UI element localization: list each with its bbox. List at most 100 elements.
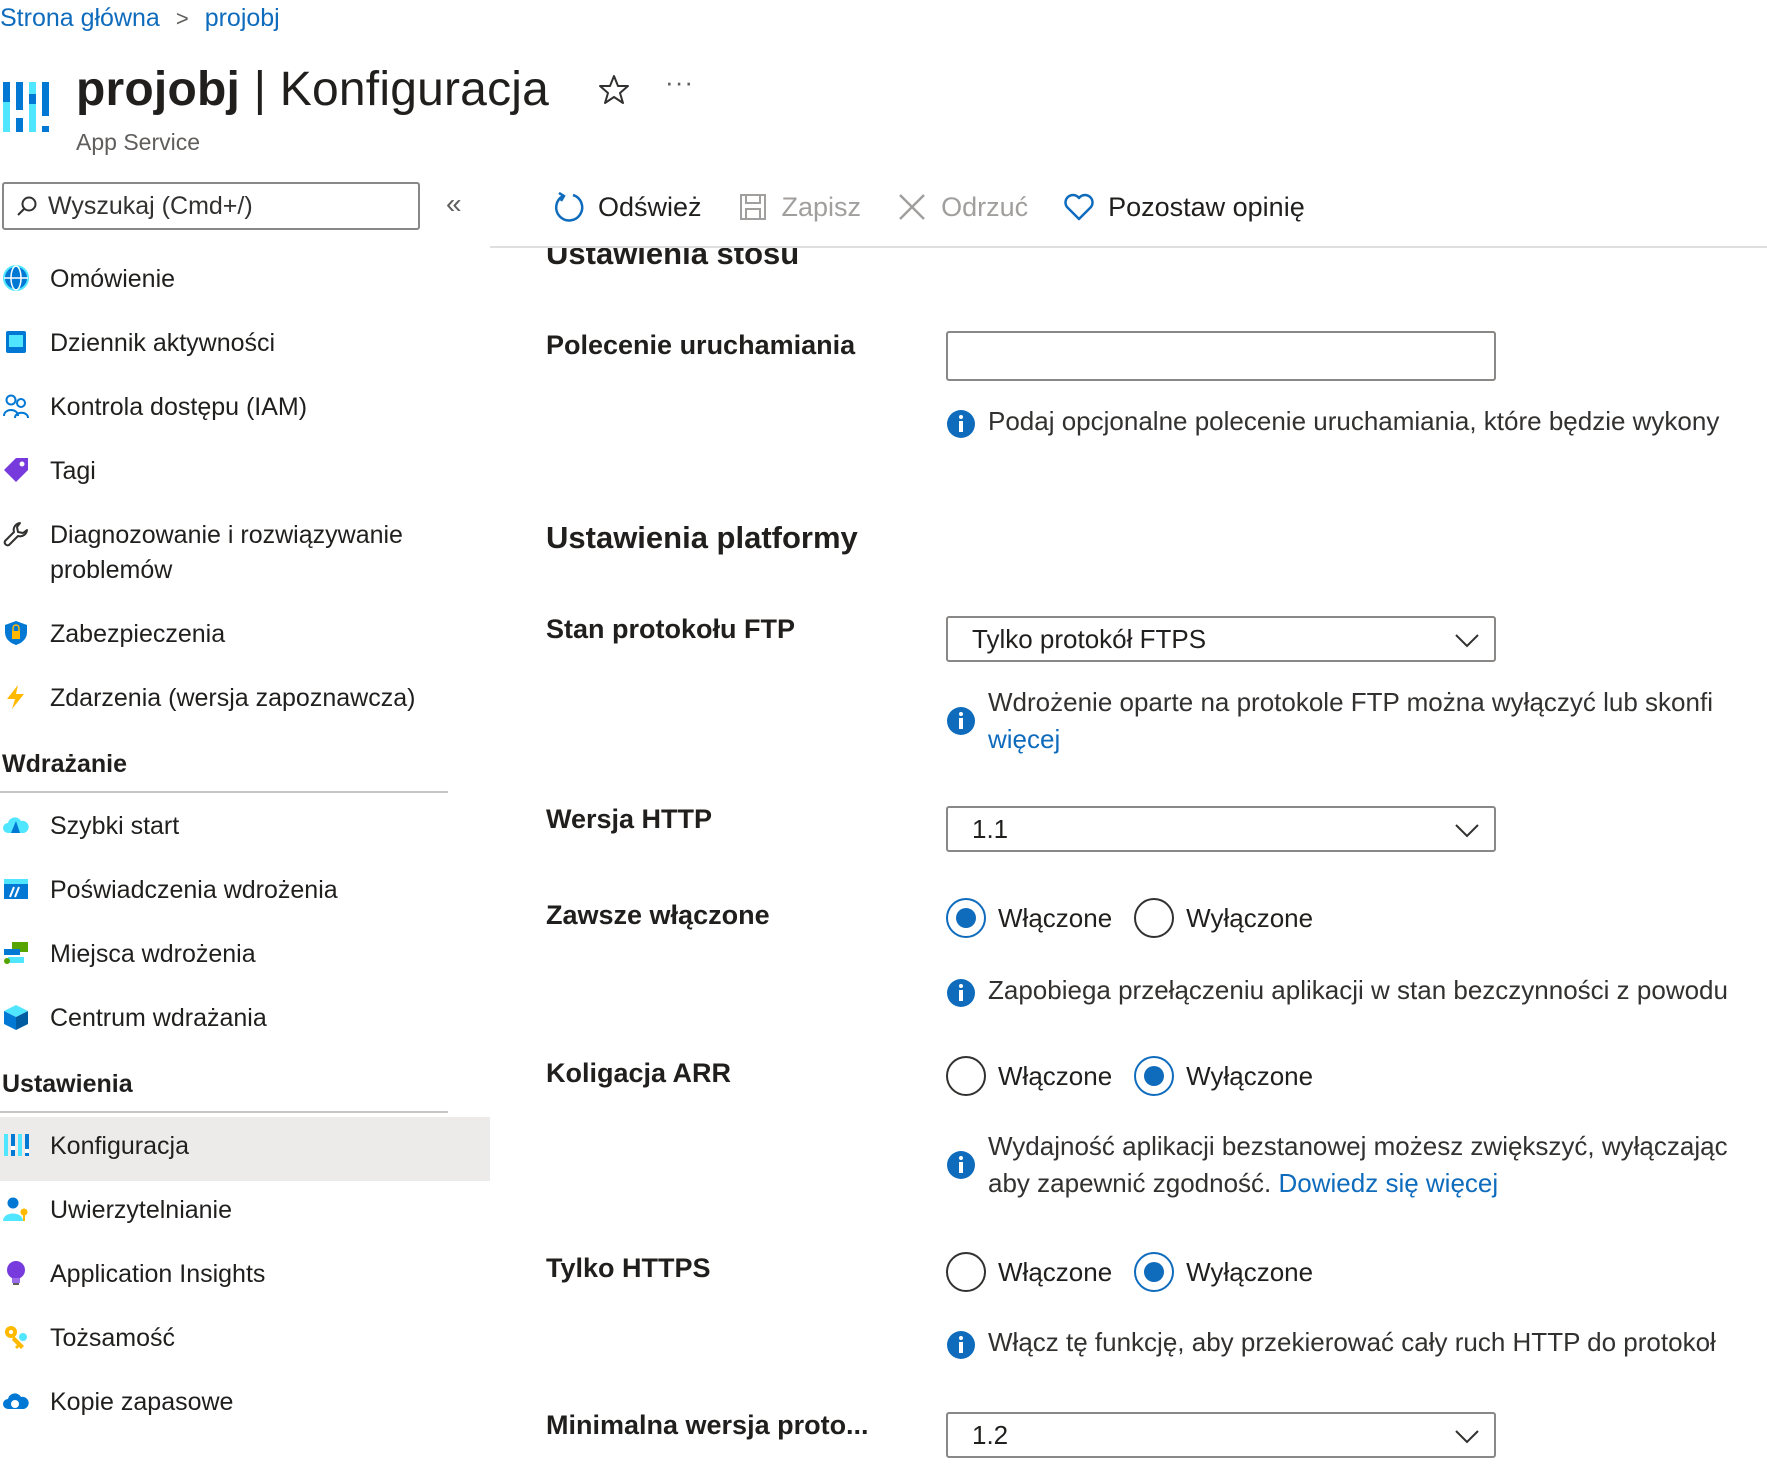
heart-icon: [1064, 193, 1094, 221]
always-on-info: Zapobiega przełączeniu aplikacji w stan …: [946, 972, 1767, 1009]
radio-label: Wyłączone: [1186, 1060, 1314, 1091]
min-tls-label: Minimalna wersja proto...: [546, 1410, 869, 1440]
sidebar-item-app-insights[interactable]: Application Insights: [0, 1245, 490, 1309]
section-divider: [0, 791, 448, 793]
startup-command-input[interactable]: [946, 331, 1496, 381]
collapse-sidebar-button[interactable]: «: [446, 188, 462, 220]
sidebar-item-security[interactable]: Zabezpieczenia: [0, 605, 490, 669]
radio-indicator: [1134, 898, 1175, 938]
ftp-state-dropdown[interactable]: Tylko protokół FTPS: [946, 616, 1496, 662]
sidebar-item-iam[interactable]: Kontrola dostępu (IAM): [0, 378, 490, 442]
refresh-button[interactable]: Odśwież: [552, 190, 702, 224]
activity-log-icon: [6, 331, 26, 353]
arr-affinity-label: Koligacja ARR: [546, 1058, 732, 1088]
arr-info-text-line2: aby zapewnić zgodność.: [988, 1168, 1279, 1198]
breadcrumb-current-link[interactable]: projobj: [205, 4, 280, 33]
sidebar-search-input[interactable]: Wyszukaj (Cmd+/): [2, 182, 420, 230]
sidebar-item-quickstart[interactable]: Szybki start: [0, 797, 490, 861]
https-only-label: Tylko HTTPS: [546, 1253, 711, 1283]
always-on-off-radio[interactable]: Wyłączone: [1134, 898, 1313, 938]
startup-info-text: Podaj opcjonalne polecenie uruchamiania,…: [988, 406, 1720, 436]
info-icon: [947, 979, 975, 1007]
always-on-info-text: Zapobiega przełączeniu aplikacji w stan …: [988, 975, 1728, 1005]
search-icon: [17, 196, 37, 216]
arr-affinity-off-radio[interactable]: Wyłączone: [1134, 1056, 1313, 1096]
arr-learn-more-link[interactable]: Dowiedz się więcej: [1279, 1168, 1499, 1198]
radio-label: Wyłączone: [1186, 902, 1314, 933]
ftp-state-label: Stan protokołu FTP: [546, 614, 795, 644]
sidebar-item-label: Poświadczenia wdrożenia: [50, 876, 338, 904]
sidebar-item-configuration[interactable]: Konfiguracja: [0, 1117, 490, 1181]
arr-affinity-radio-group: Włączone Wyłączone: [946, 1056, 1335, 1096]
sidebar-item-events[interactable]: Zdarzenia (wersja zapoznawcza): [0, 669, 490, 733]
http-version-value: 1.1: [972, 813, 1009, 844]
sidebar-nav: Omówienie Dziennik aktywności Kontrola d…: [0, 250, 490, 1437]
sidebar-item-deploy-credentials[interactable]: Poświadczenia wdrożenia: [0, 861, 490, 925]
radio-label: Włączone: [998, 1060, 1113, 1091]
arr-affinity-on-radio[interactable]: Włączone: [946, 1056, 1112, 1096]
chevron-down-icon: [1455, 824, 1479, 838]
always-on-radio-group: Włączone Wyłączone: [946, 898, 1335, 938]
sidebar-item-deploy-slots[interactable]: Miejsca wdrożenia: [0, 925, 490, 989]
https-only-off-radio[interactable]: Wyłączone: [1134, 1252, 1313, 1292]
http-version-dropdown[interactable]: 1.1: [946, 806, 1496, 852]
breadcrumb-chevron-icon: >: [175, 5, 189, 31]
platform-settings-title: Ustawienia platformy: [546, 520, 858, 555]
sidebar-item-label: Kontrola dostępu (IAM): [50, 393, 308, 421]
save-button[interactable]: Zapisz: [736, 190, 861, 224]
config-icon: [4, 1134, 29, 1156]
more-options-button[interactable]: ···: [665, 67, 694, 98]
feedback-button[interactable]: Pozostaw opinię: [1062, 190, 1305, 224]
chevron-down-icon: [1455, 634, 1479, 648]
info-icon: [947, 707, 975, 735]
globe-icon: [3, 265, 29, 291]
sidebar-item-overview[interactable]: Omówienie: [0, 250, 490, 314]
section-divider: [0, 1111, 448, 1113]
page-title: projobj | Konfiguracja: [76, 62, 549, 117]
info-icon: [947, 1331, 975, 1359]
sidebar-item-identity[interactable]: Tożsamość: [0, 1309, 490, 1373]
radio-label: Włączone: [998, 902, 1113, 933]
main-content: Ustawienia stosu Polecenie uruchamiania …: [546, 248, 1767, 1465]
save-icon: [739, 194, 766, 220]
always-on-on-radio[interactable]: Włączone: [946, 898, 1112, 938]
resource-name: projobj: [76, 63, 241, 116]
command-bar: Odśwież Zapisz Odrzuć Pozostaw opinię: [552, 190, 1339, 224]
discard-button[interactable]: Odrzuć: [895, 190, 1028, 224]
sidebar-item-label: Zabezpieczenia: [50, 620, 226, 648]
always-on-label: Zawsze włączone: [546, 900, 770, 930]
sidebar-item-deployment-center[interactable]: Centrum wdrażania: [0, 989, 490, 1053]
sidebar-item-activity-log[interactable]: Dziennik aktywności: [0, 314, 490, 378]
key-icon: [5, 1326, 27, 1349]
startup-info: Podaj opcjonalne polecenie uruchamiania,…: [946, 403, 1767, 440]
breadcrumb-home-link[interactable]: Strona główna: [0, 4, 160, 33]
sidebar-item-label: Zdarzenia (wersja zapoznawcza): [50, 684, 416, 712]
close-icon: [899, 194, 925, 220]
radio-selected-indicator: [1134, 1252, 1175, 1292]
title-separator: |: [240, 63, 280, 116]
http-version-label: Wersja HTTP: [546, 804, 713, 834]
favorite-star-icon[interactable]: [597, 73, 631, 107]
sidebar-item-label: Miejsca wdrożenia: [50, 940, 256, 968]
sidebar-item-label: Szybki start: [50, 812, 180, 840]
app-config-logo-icon: [3, 82, 49, 132]
refresh-icon: [554, 191, 584, 222]
ftp-learn-more-link[interactable]: więcej: [988, 721, 1713, 758]
https-only-on-radio[interactable]: Włączone: [946, 1252, 1112, 1292]
sidebar-item-tags[interactable]: Tagi: [0, 442, 490, 506]
radio-selected-indicator: [1134, 1056, 1175, 1096]
slots-icon: [4, 942, 28, 964]
sidebar-item-diagnose[interactable]: Diagnozowanie i rozwiązywanie problemów: [0, 506, 490, 605]
refresh-label: Odśwież: [598, 191, 702, 222]
min-tls-dropdown[interactable]: 1.2: [946, 1412, 1496, 1458]
info-icon: [947, 410, 975, 438]
sidebar-item-backups[interactable]: Kopie zapasowe: [0, 1373, 490, 1437]
users-icon: [3, 394, 29, 419]
section-header-settings: Ustawienia: [2, 1070, 133, 1098]
sidebar-item-authentication[interactable]: Uwierzytelnianie: [0, 1181, 490, 1245]
arr-affinity-info: Wydajność aplikacji bezstanowej możesz z…: [946, 1128, 1767, 1202]
page-subtitle: App Service: [76, 129, 201, 155]
backup-icon: [3, 1393, 29, 1409]
radio-label: Wyłączone: [1186, 1256, 1314, 1287]
page-name: Konfiguracja: [279, 63, 550, 116]
